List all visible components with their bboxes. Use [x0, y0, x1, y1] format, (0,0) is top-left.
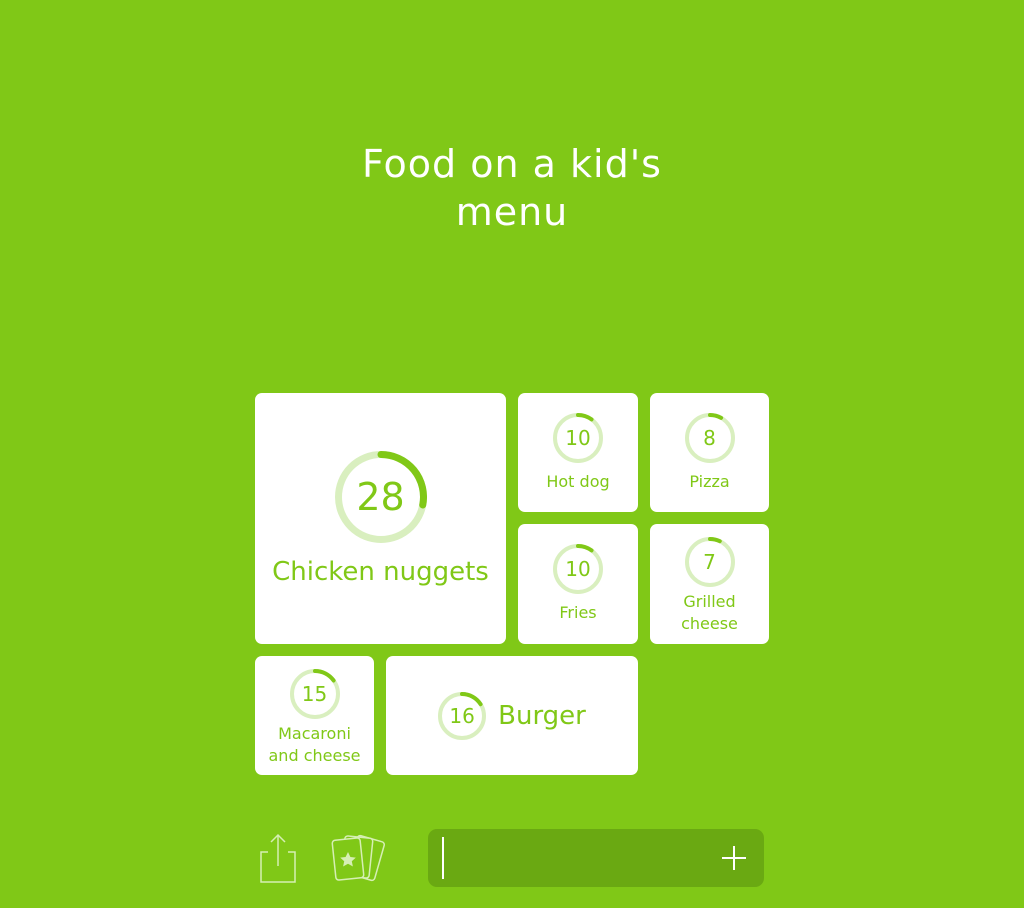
answer-label: Grilled cheese — [681, 591, 738, 635]
answer-tile-chicken-nuggets[interactable]: 28 Chicken nuggets — [255, 393, 506, 644]
percent-ring: 10 — [553, 544, 603, 594]
answer-percent: 16 — [449, 703, 475, 728]
puzzle-title: Food on a kid's menu — [362, 142, 662, 234]
answer-tile-grilled-cheese[interactable]: 7 Grilled cheese — [650, 524, 769, 644]
answer-tile-pizza[interactable]: 8 Pizza — [650, 393, 769, 512]
answer-label: Macaroni and cheese — [269, 723, 361, 767]
percent-ring: 8 — [684, 412, 735, 463]
answer-label-line: and cheese — [268, 745, 361, 765]
percent-ring: 28 — [334, 450, 427, 543]
answer-label-line: Grilled — [683, 592, 736, 611]
answer-percent: 15 — [301, 681, 328, 706]
answer-tile-burger[interactable]: 16 Burger — [386, 656, 638, 775]
answer-percent: 8 — [703, 425, 716, 450]
percent-ring: 16 — [438, 691, 487, 740]
puzzle-screen: Food on a kid's menu 28 Chicken nuggets … — [0, 0, 1024, 908]
answer-label-line: Macaroni — [278, 723, 351, 743]
answer-tile-macaroni-and-cheese[interactable]: 15 Macaroni and cheese — [255, 656, 374, 775]
answer-percent: 10 — [565, 557, 591, 581]
answer-tile-fries[interactable]: 10 Fries — [518, 524, 638, 644]
answer-percent: 10 — [565, 425, 591, 450]
answer-entry-bar — [428, 829, 764, 887]
answer-input[interactable] — [442, 837, 702, 879]
percent-ring: 7 — [684, 537, 735, 587]
answer-percent: 7 — [703, 550, 716, 574]
percent-ring: 10 — [553, 412, 603, 463]
percent-ring: 15 — [289, 668, 340, 719]
share-icon[interactable] — [258, 832, 298, 884]
cards-star-icon[interactable] — [330, 832, 392, 884]
plus-icon[interactable] — [718, 842, 750, 874]
answer-tile-hot-dog[interactable]: 10 Hot dog — [518, 393, 638, 512]
answer-label: Hot dog — [546, 471, 610, 491]
answer-label-line: cheese — [681, 614, 738, 633]
answer-label: Fries — [559, 603, 597, 622]
answer-label: Chicken nuggets — [272, 556, 489, 587]
answer-label: Pizza — [689, 471, 730, 491]
answer-percent: 28 — [356, 474, 405, 519]
answer-label: Burger — [498, 700, 586, 731]
